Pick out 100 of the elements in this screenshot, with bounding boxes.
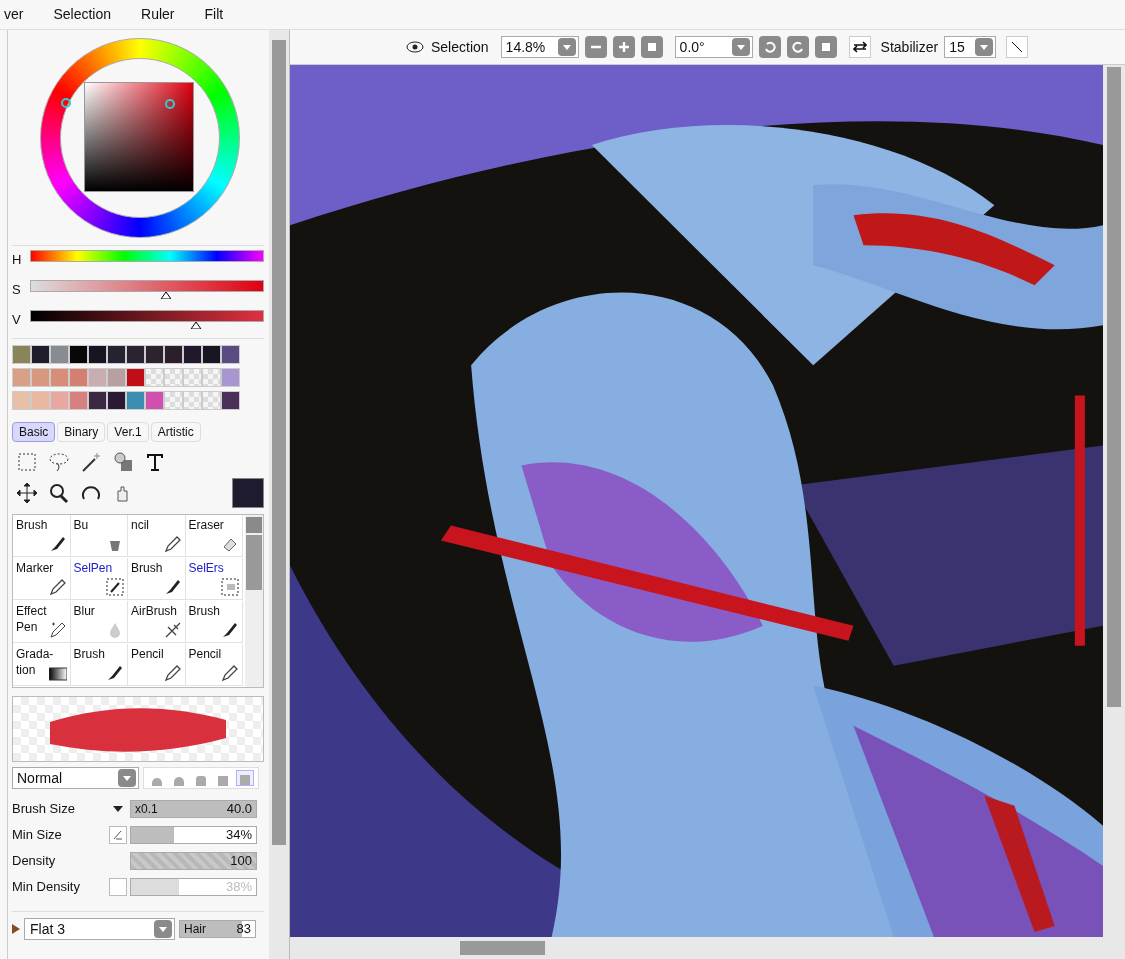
tool-slot[interactable]: Pencil [185,644,243,686]
color-swatch[interactable] [31,368,50,387]
color-swatch[interactable] [183,345,202,364]
color-swatch[interactable] [145,345,164,364]
tool-slot[interactable]: SelErs [185,558,243,600]
tool-slot[interactable]: Grada-tion [13,644,71,686]
menu-item[interactable]: ver [4,4,24,25]
menu-item[interactable]: Filt [204,4,224,25]
color-swatch[interactable] [31,391,50,410]
color-swatch[interactable] [221,345,240,364]
texture-dropdown[interactable]: Flat 3 [24,918,175,940]
tool-slot[interactable]: Brush [185,601,243,643]
color-swatch[interactable] [69,391,88,410]
tool-slot[interactable]: Brush [128,558,186,600]
tool-slot[interactable]: Pencil [128,644,186,686]
zoom-in-button[interactable] [612,36,635,58]
color-swatch[interactable] [202,345,221,364]
color-swatch[interactable] [12,391,31,410]
hue-spectrum[interactable] [30,250,264,262]
color-marker [165,99,175,109]
color-swatch[interactable] [69,345,88,364]
slider-value: 100 [230,853,252,869]
color-swatch[interactable] [164,345,183,364]
current-color[interactable] [232,478,264,508]
rotate-reset-button[interactable] [814,36,837,58]
tool-slot[interactable]: Brush [13,515,71,557]
color-swatch[interactable] [126,345,145,364]
color-swatch[interactable] [12,345,31,364]
rotate-right-icon [791,41,804,53]
color-swatch[interactable] [50,391,69,410]
color-swatch[interactable] [221,391,240,410]
tool-slot[interactable]: Bu [70,515,128,557]
tool-slot[interactable]: Marker [13,558,71,600]
horizontal-scrollbar[interactable] [290,937,1125,959]
color-swatch[interactable] [107,391,126,410]
zoom-reset-button[interactable] [640,36,663,58]
color-swatch[interactable] [126,368,145,387]
color-swatch[interactable] [88,391,107,410]
angle-dropdown[interactable]: 0.0° [674,36,753,58]
tool-slot[interactable]: Brush [70,644,128,686]
color-swatch[interactable] [69,368,88,387]
color-swatch[interactable] [31,345,50,364]
expand-icon[interactable] [12,924,20,934]
tool-name: Brush [188,603,221,619]
pressure-button[interactable] [109,826,127,844]
brush-icon [106,664,124,682]
slider-label: Hair [184,921,206,937]
blend-mode-dropdown[interactable]: Normal [12,767,139,789]
tool-slot[interactable]: AirBrush [128,601,186,643]
dropdown-button[interactable] [731,38,750,56]
brush-shape-button[interactable] [236,770,254,786]
dropdown-button[interactable] [557,38,576,56]
setting-label: Min Density [12,878,81,897]
tool-tab[interactable]: Ver.1 [107,422,149,442]
color-swatch[interactable] [88,368,107,387]
tool-slot[interactable]: ncil [128,515,186,557]
channel-label: H [12,251,22,269]
zoom-dropdown[interactable]: 14.8% [500,36,579,58]
dropdown-button[interactable] [975,38,994,56]
tool-name: Effect Pen [16,603,48,635]
checkbox[interactable] [109,878,127,896]
tool-slot[interactable]: SelPen [70,558,128,600]
slider-track[interactable]: 34% [130,826,257,844]
rotate-left-button[interactable] [758,36,781,58]
tool-slot[interactable]: Effect Pen [13,601,71,643]
color-swatch[interactable] [145,391,164,410]
color-swatch[interactable] [88,345,107,364]
color-swatch[interactable] [50,345,69,364]
color-swatch[interactable] [107,345,126,364]
tool-tab[interactable]: Binary [57,422,106,442]
multiplier-text: x0.1 [135,801,158,817]
color-swatch[interactable] [126,391,145,410]
tool-slot[interactable]: Blur [70,601,128,643]
tool-tab[interactable]: Basic [12,422,56,442]
dropdown-button[interactable] [154,920,172,938]
slider-track[interactable]: x0.1 40.0 [130,800,257,818]
panel-scrollbar[interactable] [269,30,289,959]
texture-slider[interactable]: Hair 83 [179,920,256,938]
dropdown-button[interactable] [118,769,136,787]
scrollbar[interactable] [245,515,263,687]
menu-item[interactable]: Ruler [141,4,175,25]
flip-button[interactable] [848,36,871,58]
eye-icon[interactable] [405,38,425,56]
color-square[interactable] [84,82,194,192]
color-swatch[interactable] [221,368,240,387]
color-swatch[interactable] [107,368,126,387]
tool-tab[interactable]: Artistic [150,422,201,442]
channel-slider[interactable] [30,310,264,330]
menu-item[interactable]: Selection [53,4,112,25]
color-swatch[interactable] [50,368,69,387]
zoom-out-button[interactable] [584,36,607,58]
channel-slider[interactable] [30,280,264,300]
caret-icon[interactable] [113,806,123,812]
vertical-scrollbar[interactable] [1103,65,1125,937]
caret-icon [159,926,167,932]
slider-track[interactable]: 100 [130,852,257,870]
tool-slot[interactable]: Eraser [185,515,243,557]
color-swatch[interactable] [12,368,31,387]
stabilizer-dropdown[interactable]: 15 [944,36,997,58]
rotate-right-button[interactable] [786,36,809,58]
